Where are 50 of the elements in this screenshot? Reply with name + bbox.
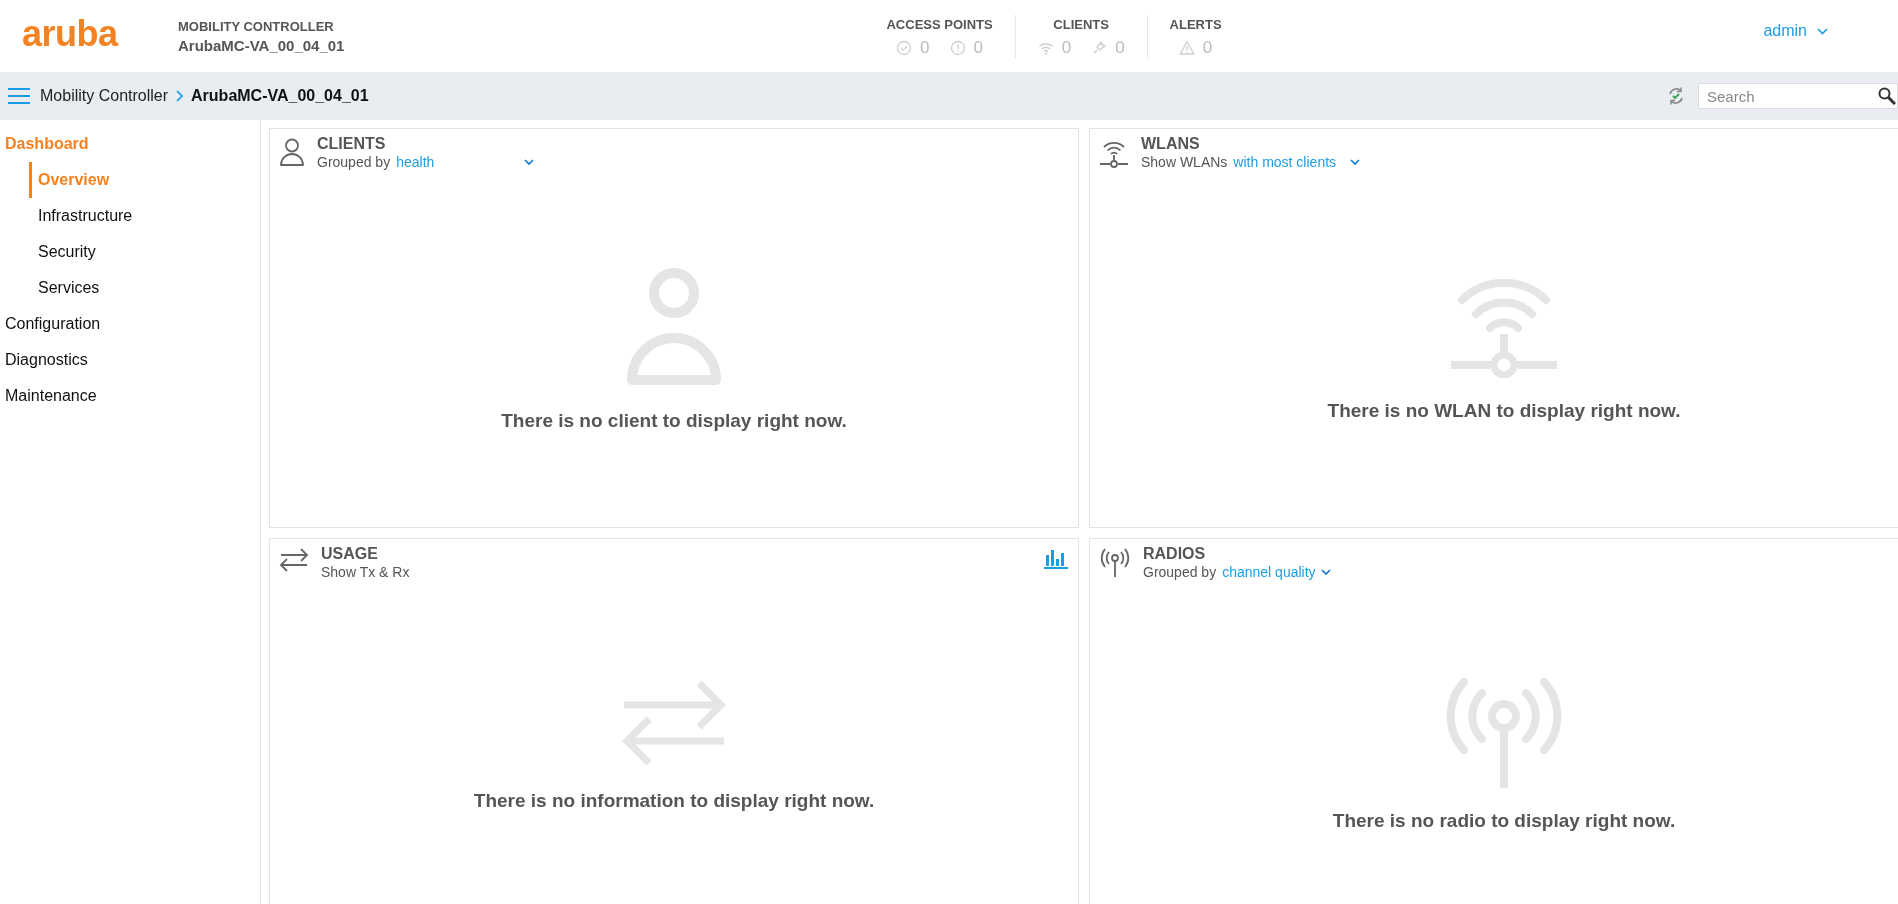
refresh-icon[interactable] bbox=[1666, 86, 1686, 106]
warning-icon bbox=[1178, 39, 1195, 56]
person-icon bbox=[624, 268, 724, 388]
empty-message: There is no radio to display right now. bbox=[1332, 810, 1676, 832]
stat-title: ALERTS bbox=[1169, 16, 1222, 32]
panel-subtitle: Show WLANs bbox=[1141, 154, 1228, 170]
sidebar-subitem[interactable]: Services bbox=[29, 270, 100, 306]
bar-chart-icon[interactable] bbox=[1044, 547, 1068, 569]
panel-title: WLANS bbox=[1141, 135, 1201, 153]
exclamation-circle-icon bbox=[949, 39, 966, 56]
chevron-right-icon bbox=[176, 90, 184, 102]
empty-message: There is no information to display right now. bbox=[473, 790, 875, 812]
panel-subtitle: Grouped by bbox=[1143, 564, 1217, 580]
count-value: 0 bbox=[920, 37, 930, 58]
antenna-icon bbox=[1099, 548, 1131, 578]
empty-message: There is no WLAN to display right now. bbox=[1327, 400, 1681, 422]
sidebar-item[interactable]: Configuration bbox=[0, 306, 106, 342]
sidebar-subitem[interactable]: Infrastructure bbox=[29, 198, 133, 234]
sidebar-subitem[interactable]: Security bbox=[29, 234, 96, 270]
sidebar-item[interactable]: Maintenance bbox=[0, 378, 102, 414]
product-label: MOBILITY CONTROLLER bbox=[178, 18, 335, 34]
plug-icon bbox=[1091, 39, 1108, 56]
sidebar-item[interactable]: Diagnostics bbox=[0, 342, 93, 378]
breadcrumb-item[interactable]: Mobility Controller bbox=[40, 87, 169, 105]
antenna-icon bbox=[1444, 678, 1564, 788]
count-value: 0 bbox=[1061, 37, 1072, 58]
chevron-down-icon bbox=[1320, 568, 1331, 576]
stat-title: CLIENTS bbox=[1053, 16, 1109, 32]
arrows-icon bbox=[279, 548, 309, 572]
breadcrumb-item: ArubaMC-VA_00_04_01 bbox=[191, 87, 369, 105]
panel-subtitle: Show Tx & Rx bbox=[321, 564, 410, 580]
stat-title: ACCESS POINTS bbox=[886, 16, 993, 32]
check-circle-icon bbox=[896, 39, 913, 56]
person-icon bbox=[279, 138, 305, 166]
panel-title: RADIOS bbox=[1143, 545, 1207, 563]
panel-subtitle: Grouped by bbox=[317, 154, 391, 170]
panel-title: USAGE bbox=[321, 545, 379, 563]
panel-title: CLIENTS bbox=[317, 135, 387, 153]
count-value: 0 bbox=[1202, 37, 1213, 58]
count-value: 0 bbox=[973, 37, 984, 58]
search-field[interactable]: Search bbox=[1698, 83, 1898, 109]
menu-icon[interactable] bbox=[8, 87, 30, 105]
chevron-down-icon bbox=[1350, 158, 1361, 166]
logo: aruba bbox=[22, 13, 120, 56]
count-value: 0 bbox=[1115, 37, 1125, 58]
search-icon bbox=[1878, 87, 1896, 105]
empty-message: There is no client to display right now. bbox=[501, 410, 847, 432]
device-name: ArubaMC-VA_00_04_01 bbox=[178, 36, 345, 54]
chevron-down-icon bbox=[1817, 27, 1828, 35]
chevron-down-icon bbox=[524, 158, 535, 166]
